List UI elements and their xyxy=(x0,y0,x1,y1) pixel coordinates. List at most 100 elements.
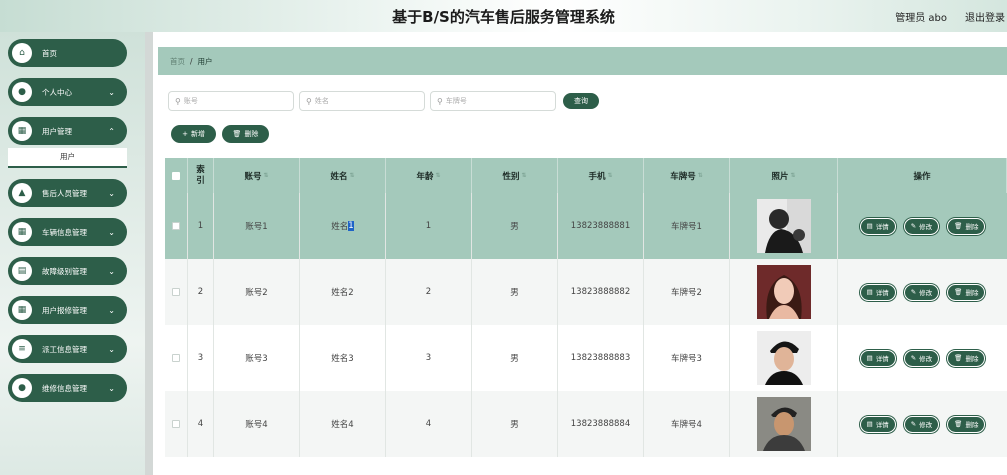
select-all-cell[interactable] xyxy=(165,158,188,193)
account-search-input[interactable]: ⚲ 账号 xyxy=(168,91,294,111)
trash-icon: 🗑 xyxy=(954,222,963,230)
row-checkbox-cell[interactable] xyxy=(165,259,188,325)
chevron-down-icon: ⌄ xyxy=(108,266,115,276)
sidebar-item-repair-request[interactable]: ▦ 用户报修管理 ⌄ xyxy=(8,296,127,324)
sidebar: ⌂ 首页 ● 个人中心 ⌄ ▦ 用户管理 ⌃ 用户 ▲ 售后人员管理 ⌄ ▦ 车… xyxy=(0,32,145,475)
select-all-checkbox[interactable] xyxy=(172,171,180,180)
table-row[interactable]: 2 账号2 姓名2 2 男 13823888882 车牌号2 ▤ 详情 ✎ 修改 🗑… xyxy=(165,259,1007,325)
plate-search-input[interactable]: ⚲ 车牌号 xyxy=(430,91,556,111)
tent-icon: ▲ xyxy=(12,183,32,203)
breadcrumb-home[interactable]: 首页 xyxy=(170,56,185,67)
sidebar-scrollbar[interactable] xyxy=(145,32,153,475)
sort-icon[interactable]: ⇅ xyxy=(263,172,268,179)
list-icon: ≡ xyxy=(12,339,32,359)
detail-button[interactable]: ▤ 详情 xyxy=(859,415,896,433)
person-icon: ● xyxy=(12,82,32,102)
table-row[interactable]: 3 账号3 姓名3 3 男 13823888883 车牌号3 ▤ 详情 ✎ 修改 🗑… xyxy=(165,325,1007,391)
chevron-up-icon: ⌃ xyxy=(108,126,115,136)
sidebar-item-label: 售后人员管理 xyxy=(42,188,87,198)
search-icon: ⚲ xyxy=(175,96,181,106)
delete-button[interactable]: 🗑 删除 xyxy=(947,217,986,235)
sidebar-item-dispatch-info[interactable]: ≡ 派工信息管理 ⌄ xyxy=(8,335,127,363)
sort-icon[interactable]: ⇅ xyxy=(521,172,526,179)
top-header: 基于B/S的汽车售后服务管理系统 管理员 abo 退出登录 xyxy=(0,0,1007,32)
col-phone[interactable]: 手机 ⇅ xyxy=(558,158,644,193)
row-checkbox[interactable] xyxy=(172,354,180,362)
col-plate[interactable]: 车牌号 ⇅ xyxy=(644,158,730,193)
index-cell: 3 xyxy=(188,325,214,391)
sidebar-item-label: 派工信息管理 xyxy=(42,344,87,354)
sidebar-item-after-sales-staff[interactable]: ▲ 售后人员管理 ⌄ xyxy=(8,179,127,207)
age-cell: 3 xyxy=(386,325,472,391)
search-button[interactable]: 查询 xyxy=(563,93,599,109)
name-cell: 姓名4 xyxy=(300,391,386,457)
sort-icon[interactable]: ⇅ xyxy=(790,172,795,179)
add-button[interactable]: + 新增 xyxy=(171,125,216,143)
chevron-down-icon: ⌄ xyxy=(108,188,115,198)
chevron-down-icon: ⌄ xyxy=(108,383,115,393)
table-row[interactable]: 1 账号1 姓名 1 1 男 13823888881 车牌号1 ▤ 详情 ✎ 修改 🗑… xyxy=(165,193,1007,259)
pencil-icon: ✎ xyxy=(910,420,917,428)
name-cell: 姓名 1 xyxy=(300,193,386,259)
user-photo[interactable] xyxy=(756,265,811,319)
trash-icon: 🗑 xyxy=(954,354,963,362)
row-checkbox-cell[interactable] xyxy=(165,325,188,391)
sidebar-item-personal-center[interactable]: ● 个人中心 ⌄ xyxy=(8,78,127,106)
sidebar-item-vehicle-info[interactable]: ▦ 车辆信息管理 ⌄ xyxy=(8,218,127,246)
detail-button[interactable]: ▤ 详情 xyxy=(859,283,896,301)
delete-button[interactable]: 🗑 删除 xyxy=(947,349,986,367)
sidebar-subitem-user[interactable]: 用户 xyxy=(8,148,127,168)
chevron-down-icon: ⌄ xyxy=(108,305,115,315)
bulk-delete-button[interactable]: 🗑 删除 xyxy=(222,125,269,143)
user-photo[interactable] xyxy=(756,199,811,253)
edit-button[interactable]: ✎ 修改 xyxy=(903,217,940,235)
sidebar-item-user-management[interactable]: ▦ 用户管理 ⌃ xyxy=(8,117,127,145)
name-search-input[interactable]: ⚲ 姓名 xyxy=(299,91,425,111)
detail-button[interactable]: ▤ 详情 xyxy=(859,349,896,367)
row-checkbox-cell[interactable] xyxy=(165,193,188,259)
photo-cell xyxy=(730,259,838,325)
user-photo[interactable] xyxy=(756,331,811,385)
edit-button[interactable]: ✎ 修改 xyxy=(903,283,940,301)
sort-icon[interactable]: ⇅ xyxy=(435,172,440,179)
edit-button[interactable]: ✎ 修改 xyxy=(903,415,940,433)
row-checkbox-cell[interactable] xyxy=(165,391,188,457)
person-icon: ● xyxy=(12,378,32,398)
sort-icon[interactable]: ⇅ xyxy=(698,172,703,179)
pencil-icon: ✎ xyxy=(910,354,917,362)
col-photo[interactable]: 照片 ⇅ xyxy=(730,158,838,193)
delete-button[interactable]: 🗑 删除 xyxy=(947,415,986,433)
account-cell: 账号2 xyxy=(214,259,300,325)
col-age[interactable]: 年龄 ⇅ xyxy=(386,158,472,193)
col-account[interactable]: 账号 ⇅ xyxy=(214,158,300,193)
sort-icon[interactable]: ⇅ xyxy=(349,172,354,179)
col-gender[interactable]: 性别 ⇅ xyxy=(472,158,558,193)
pencil-icon: ✎ xyxy=(910,288,917,296)
row-checkbox[interactable] xyxy=(172,288,180,296)
index-cell: 1 xyxy=(188,193,214,259)
col-index: 索引 xyxy=(188,158,214,193)
edit-button[interactable]: ✎ 修改 xyxy=(903,349,940,367)
table-row[interactable]: 4 账号4 姓名4 4 男 13823888884 车牌号4 ▤ 详情 ✎ 修改 🗑… xyxy=(165,391,1007,457)
photo-cell xyxy=(730,193,838,259)
user-photo[interactable] xyxy=(756,397,811,451)
delete-button[interactable]: 🗑 删除 xyxy=(947,283,986,301)
sort-icon[interactable]: ⇅ xyxy=(607,172,612,179)
logout-link[interactable]: 退出登录 xyxy=(965,9,1005,24)
sidebar-item-label: 车辆信息管理 xyxy=(42,227,87,237)
operations-cell: ▤ 详情 ✎ 修改 🗑 删除 xyxy=(838,193,1007,259)
col-name[interactable]: 姓名 ⇅ xyxy=(300,158,386,193)
detail-button[interactable]: ▤ 详情 xyxy=(859,217,896,235)
sidebar-item-home[interactable]: ⌂ 首页 xyxy=(8,39,127,67)
sidebar-item-label: 故障级别管理 xyxy=(42,266,87,276)
photo-cell xyxy=(730,391,838,457)
name-cell: 姓名3 xyxy=(300,325,386,391)
phone-cell: 13823888883 xyxy=(558,325,644,391)
sidebar-item-fault-level[interactable]: ▤ 故障级别管理 ⌄ xyxy=(8,257,127,285)
account-cell: 账号1 xyxy=(214,193,300,259)
row-checkbox[interactable] xyxy=(172,420,180,428)
col-operations: 操作 xyxy=(838,158,1007,193)
row-checkbox[interactable] xyxy=(172,222,180,230)
sidebar-item-maintenance-info[interactable]: ● 维修信息管理 ⌄ xyxy=(8,374,127,402)
grid-icon: ▦ xyxy=(12,121,32,141)
